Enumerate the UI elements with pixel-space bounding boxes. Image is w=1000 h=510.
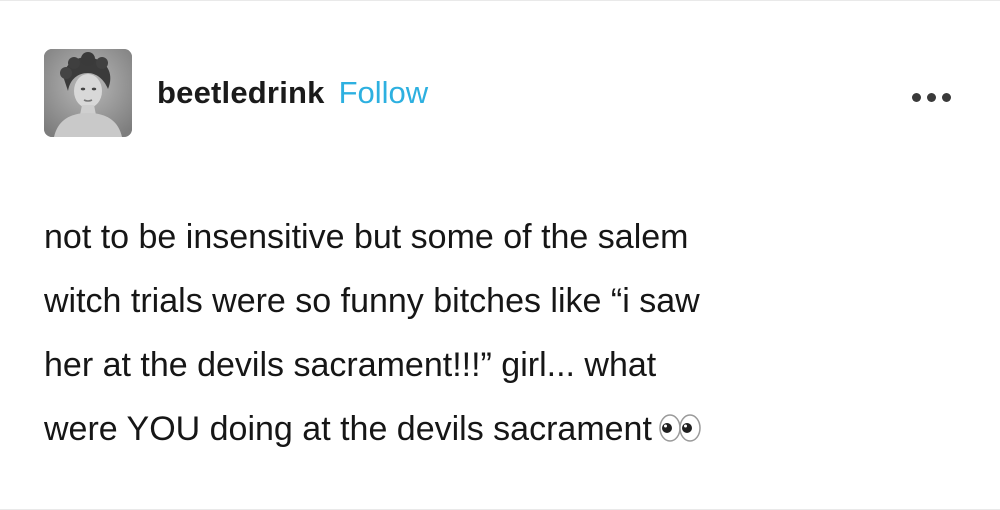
follow-button[interactable]: Follow <box>339 75 429 111</box>
avatar[interactable] <box>44 49 132 137</box>
post-body-text: were YOU doing at the devils sacrament <box>44 410 652 448</box>
more-options-button[interactable] <box>912 89 951 106</box>
dot-icon <box>942 93 951 102</box>
post-header: beetledrink Follow <box>44 49 428 137</box>
eyes-emoji-icon <box>658 400 702 464</box>
dot-icon <box>912 93 921 102</box>
post-body-line: her at the devils sacrament!!!” girl... … <box>44 346 657 384</box>
dot-icon <box>927 93 936 102</box>
post-body-line-last: were YOU doing at the devils sacrament <box>44 397 964 464</box>
username-link[interactable]: beetledrink <box>157 75 325 111</box>
avatar-portrait-icon <box>44 49 132 137</box>
post-body-line: witch trials were so funny bitches like … <box>44 282 700 320</box>
post-body: not to be insensitive but some of the sa… <box>44 205 964 464</box>
post-body-line: not to be insensitive but some of the sa… <box>44 218 689 256</box>
tumblr-post: beetledrink Follow not to be insensitive… <box>0 0 1000 510</box>
